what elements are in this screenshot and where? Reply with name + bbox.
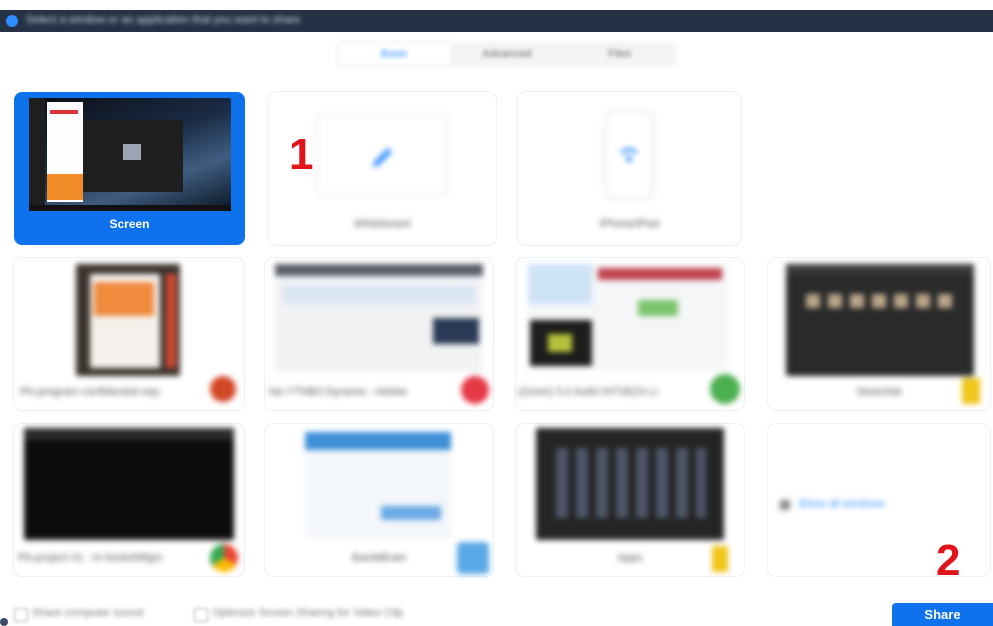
tile-label: iPhone/iPad bbox=[599, 218, 660, 230]
wifi-icon bbox=[620, 148, 638, 162]
window-thumbnail bbox=[24, 428, 234, 540]
windows-icon bbox=[780, 500, 790, 510]
tile-label: Sketchbk bbox=[856, 386, 902, 398]
tab-basic[interactable]: Basic bbox=[338, 42, 451, 66]
green-app-icon bbox=[710, 374, 740, 404]
acrobat-icon bbox=[461, 376, 489, 404]
window-thumbnail bbox=[76, 264, 180, 376]
window-thumbnail bbox=[305, 432, 451, 538]
tile-label: Ne-YTNB3 Dynamo - Adobe bbox=[269, 386, 408, 398]
tile-label: Apps bbox=[617, 552, 643, 564]
tile-window-4[interactable]: Sketchbk bbox=[768, 258, 990, 410]
share-sound-checkbox[interactable] bbox=[14, 608, 28, 622]
tile-window-3[interactable]: (Zoom) 5.0 build IHTSEZ4 Li bbox=[516, 258, 744, 410]
pencil-icon bbox=[373, 148, 392, 167]
bottom-options: Share computer sound Optimize Screen Sha… bbox=[0, 600, 993, 626]
chrome-icon bbox=[210, 544, 238, 572]
folder-icon bbox=[712, 546, 728, 572]
share-sound-label: Share computer sound bbox=[32, 607, 144, 619]
window-title: Select a window or an application that y… bbox=[26, 14, 301, 26]
tile-iphone[interactable]: iPhone/iPad bbox=[518, 92, 741, 245]
zoom-logo-icon bbox=[6, 15, 18, 27]
window-thumbnail bbox=[536, 428, 724, 540]
optimize-video-checkbox[interactable] bbox=[194, 608, 208, 622]
tile-window-7[interactable]: Apps bbox=[516, 424, 744, 576]
optimize-video-label: Optimize Screen Sharing for Video Clip bbox=[212, 607, 404, 619]
folder-icon bbox=[962, 378, 980, 404]
tile-screen[interactable]: Screen bbox=[14, 92, 245, 245]
tile-window-6[interactable]: BambBrain bbox=[265, 424, 493, 576]
share-button[interactable]: Share bbox=[892, 603, 993, 626]
tab-advanced[interactable]: Advanced bbox=[451, 42, 564, 66]
tab-files[interactable]: Files bbox=[563, 42, 676, 66]
screen-thumbnail bbox=[29, 98, 231, 211]
show-all-windows-link: Show all windows bbox=[798, 498, 885, 510]
blue-app-icon bbox=[457, 542, 489, 574]
tile-label: Whiteboard bbox=[353, 218, 411, 230]
share-tabs: Basic Advanced Files bbox=[338, 42, 676, 66]
corner-decoration bbox=[0, 618, 8, 626]
tile-window-2[interactable]: Ne-YTNB3 Dynamo - Adobe bbox=[265, 258, 493, 410]
annotation-step-2: 2 bbox=[936, 536, 961, 585]
tile-window-5[interactable]: Pb-project 01 - in-Nodo/Mfgm bbox=[14, 424, 244, 576]
window-thumbnail bbox=[275, 264, 483, 372]
title-bar: Select a window or an application that y… bbox=[0, 10, 993, 32]
annotation-step-1: 1 bbox=[289, 130, 314, 179]
powerpoint-icon bbox=[210, 376, 236, 402]
window-thumbnail bbox=[786, 264, 974, 376]
tile-label: Screen bbox=[109, 217, 150, 231]
tile-window-1[interactable]: Pb-program-confidential-nep bbox=[14, 258, 244, 410]
window-thumbnail bbox=[528, 264, 728, 370]
